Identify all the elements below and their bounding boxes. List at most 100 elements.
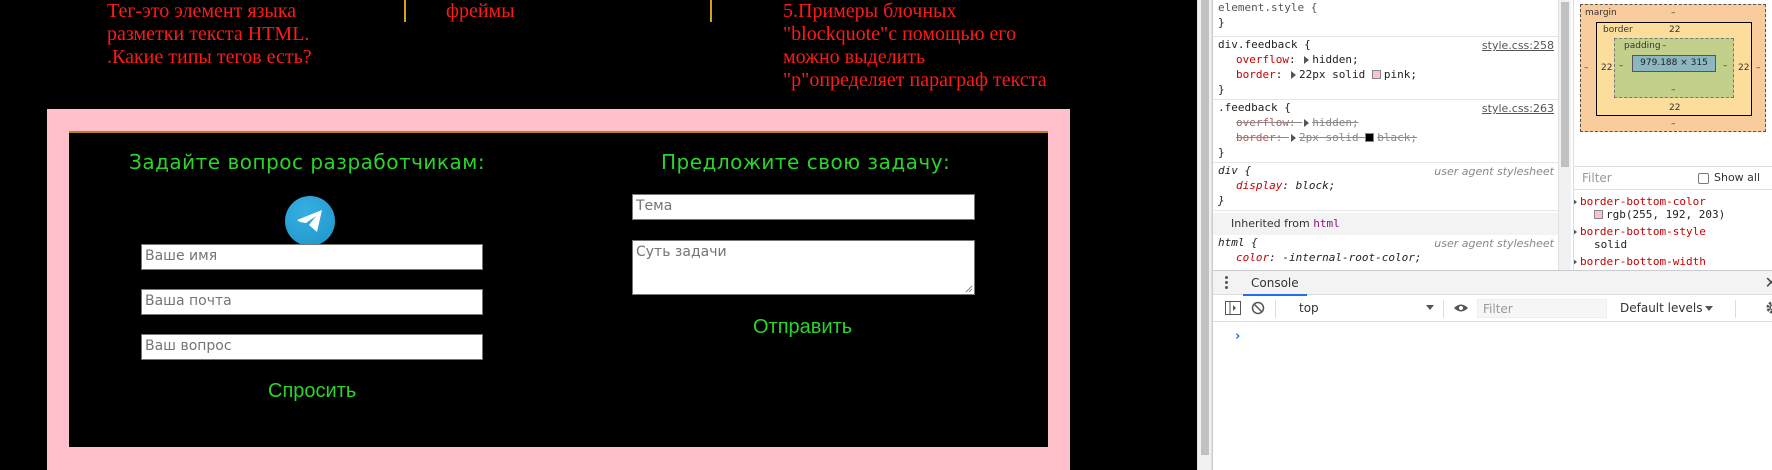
page-scrollbar-thumb[interactable] (1201, 0, 1209, 455)
rule-selector: element.style { (1218, 1, 1318, 14)
text-line: .Какие типы тегов есть? (107, 46, 312, 68)
color-swatch-icon[interactable] (1365, 133, 1375, 142)
property-color: pink; (1383, 68, 1417, 81)
sidebar-toggle-icon[interactable] (1225, 301, 1241, 315)
css-property[interactable]: color: -internal-root-color; (1218, 250, 1558, 265)
border-label: border (1603, 25, 1633, 35)
question-input[interactable]: Ваш вопрос (141, 334, 483, 360)
color-swatch-icon[interactable] (1371, 70, 1381, 79)
console-filter-input[interactable]: Filter (1477, 299, 1607, 318)
page-scrollbar[interactable] (1197, 0, 1212, 470)
css-property-overridden[interactable]: border: 2px solid black; (1218, 130, 1558, 145)
topic-input[interactable]: Тема (632, 194, 975, 220)
gear-icon[interactable] (1765, 300, 1772, 315)
expand-triangle-icon[interactable] (1291, 134, 1296, 142)
ask-button[interactable]: Спросить (268, 380, 356, 403)
styles-pane: element.style { } style.css:258 div.feed… (1213, 0, 1558, 270)
show-all-checkbox[interactable] (1698, 173, 1709, 184)
log-levels-dropdown[interactable]: Default levels (1620, 301, 1714, 315)
computed-filter-input[interactable]: Filter (1582, 171, 1612, 185)
toolbar-separator (1735, 300, 1736, 318)
task-placeholder: Суть задачи (636, 244, 727, 260)
css-rule-html-ua[interactable]: user agent stylesheet html { color: -int… (1213, 235, 1558, 270)
expand-triangle-icon[interactable] (1304, 119, 1310, 127)
text-line: фреймы (446, 0, 515, 22)
text-line: 5.Примеры блочных (783, 0, 957, 22)
expand-triangle-icon[interactable] (1574, 258, 1577, 266)
styles-scrollbar-thumb[interactable] (1561, 2, 1569, 167)
computed-filter-row: Filter Show all (1574, 166, 1772, 190)
property-name: overflow (1236, 116, 1289, 129)
close-drawer-icon[interactable]: ✕ (1765, 273, 1772, 292)
console-toolbar: top Filter Default levels (1213, 296, 1772, 322)
property-value: -internal-root-color; (1282, 251, 1422, 264)
task-textarea[interactable]: Суть задачи (632, 240, 975, 295)
text-line: "blockquote"с помощью его (783, 23, 1017, 45)
drawer-menu-icon[interactable] (1225, 276, 1228, 290)
border-bottom-value: 22 (1669, 103, 1681, 113)
margin-label: margin (1585, 8, 1617, 18)
submit-task-button[interactable]: Отправить (753, 316, 852, 339)
border-right-value: 22 (1738, 63, 1750, 73)
expand-triangle-icon[interactable] (1291, 71, 1296, 79)
rule-source-label: user agent stylesheet (1434, 165, 1554, 178)
text-line: Тег-это элемент языка (107, 0, 297, 22)
css-property-overridden[interactable]: overflow: hidden; (1218, 115, 1558, 130)
padding-bottom-value: – (1671, 85, 1676, 95)
tab-console[interactable]: Console (1243, 271, 1307, 296)
text-line: разметки текста HTML. (107, 23, 310, 45)
computed-property[interactable]: border-bottom-width (1574, 255, 1706, 268)
element-style-rule[interactable]: element.style { } (1213, 0, 1558, 37)
telegram-icon[interactable] (285, 196, 335, 246)
border-left-value: 22 (1601, 63, 1613, 73)
margin-right-value: – (1756, 63, 1761, 73)
property-value: hidden; (1312, 116, 1359, 129)
inherited-tag-link[interactable]: html (1313, 217, 1340, 230)
property-color: black; (1377, 131, 1417, 144)
styles-scrollbar[interactable] (1558, 0, 1571, 270)
computed-property-value: solid (1594, 238, 1628, 251)
context-select[interactable]: top (1299, 301, 1434, 315)
expand-triangle-icon[interactable] (1574, 228, 1577, 236)
border-top-value: 22 (1669, 25, 1681, 35)
clear-console-icon[interactable] (1251, 301, 1265, 315)
text-line: "p"определяет параграф текста (783, 69, 1047, 91)
name-input[interactable]: Ваше имя (141, 244, 483, 270)
css-property[interactable]: border: 22px solid pink; (1218, 67, 1558, 82)
property-name: overflow (1236, 53, 1289, 66)
email-input[interactable]: Ваша почта (141, 289, 483, 315)
rule-close: } (1218, 16, 1225, 29)
property-value: hidden; (1312, 53, 1359, 66)
css-rule-div-feedback[interactable]: style.css:258 div.feedback { overflow: h… (1213, 37, 1558, 100)
text-column-3: 5.Примеры блочных "blockquote"с помощью … (783, 0, 1047, 92)
expand-triangle-icon[interactable] (1304, 56, 1310, 64)
eye-icon[interactable] (1453, 303, 1469, 313)
resize-handle-icon[interactable] (965, 285, 973, 293)
show-all-label: Show all (1714, 171, 1761, 184)
box-model-content[interactable]: 979.188 × 315 (1632, 55, 1716, 72)
css-rule-div-ua[interactable]: user agent stylesheet div { display: blo… (1213, 163, 1558, 211)
inherited-header: Inherited from html (1213, 213, 1558, 235)
rule-close: } (1218, 146, 1225, 159)
computed-property[interactable]: border-bottom-style solid (1574, 225, 1706, 251)
css-rule-feedback[interactable]: style.css:263 .feedback { overflow: hidd… (1213, 100, 1558, 163)
chevron-down-icon (1426, 305, 1434, 310)
feedback-inner: Задайте вопрос разработчикам: Ваше имя В… (69, 131, 1048, 447)
column-divider (404, 0, 406, 22)
console-prompt[interactable]: › (1235, 329, 1240, 344)
property-value: block; (1295, 179, 1336, 192)
margin-top-value: – (1671, 8, 1676, 18)
feedback-section: Задайте вопрос разработчикам: Ваше имя В… (47, 109, 1070, 470)
computed-property-name: border-bottom-width (1580, 255, 1706, 268)
expand-triangle-icon[interactable] (1574, 198, 1577, 206)
ask-title: Задайте вопрос разработчикам: (129, 150, 486, 174)
color-swatch-icon (1594, 210, 1603, 219)
css-property[interactable]: display: block; (1218, 178, 1558, 193)
rule-source-link[interactable]: style.css:263 (1482, 101, 1554, 116)
rule-source-link[interactable]: style.css:258 (1482, 38, 1554, 53)
computed-property-name: border-bottom-style (1580, 225, 1706, 238)
css-property[interactable]: overflow: hidden; (1218, 52, 1558, 67)
text-line: можно выделить (783, 46, 926, 68)
computed-property[interactable]: border-bottom-color rgb(255, 192, 203) (1574, 195, 1725, 221)
box-model-border: border 22 22 22 22 padding – – – – 979.1… (1596, 22, 1752, 116)
